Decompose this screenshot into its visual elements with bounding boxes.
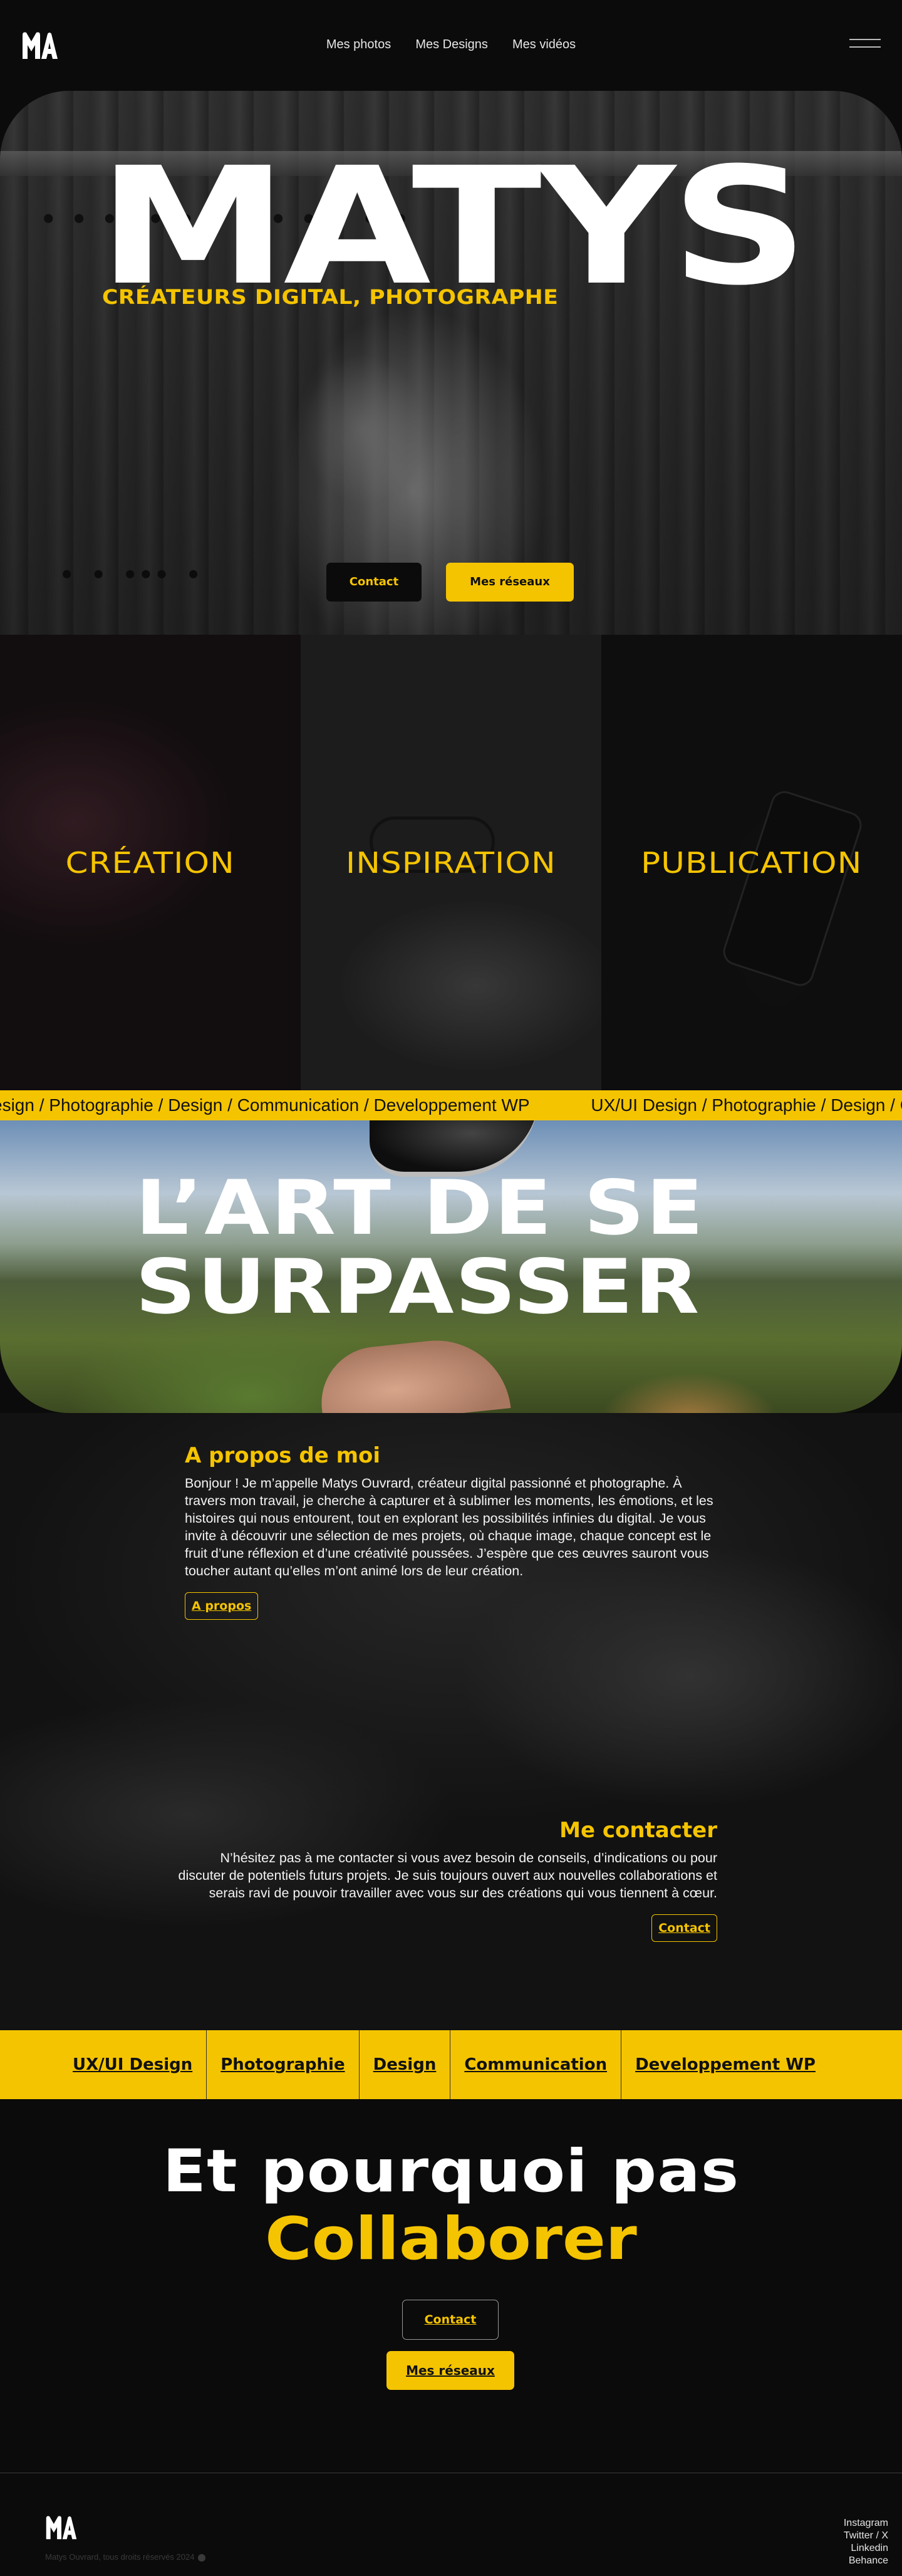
collab-socials-button[interactable]: Mes réseaux bbox=[386, 2351, 514, 2390]
contact-block: Me contacter N’hésitez pas à me contacte… bbox=[172, 1818, 717, 1942]
contact-text: N’hésitez pas à me contacter si vous ave… bbox=[178, 1850, 717, 1901]
contact-title: Me contacter bbox=[559, 1818, 717, 1843]
panel-label: INSPIRATION bbox=[346, 845, 556, 880]
art-title-line1: L’ART DE SE bbox=[135, 1165, 705, 1252]
site-footer: Matys Ouvrard, tous droits réservés 2024… bbox=[0, 2473, 902, 2576]
skills-bar: UX/UI Design Photographie Design Communi… bbox=[0, 2030, 902, 2099]
panel-label: PUBLICATION bbox=[641, 845, 863, 880]
footer-link-twitter[interactable]: Twitter / X bbox=[844, 2530, 888, 2542]
art-title: L’ART DE SE SURPASSER bbox=[135, 1169, 705, 1327]
footer-link-instagram[interactable]: Instagram bbox=[844, 2517, 888, 2530]
skill-link-communication[interactable]: Communication bbox=[450, 2030, 622, 2099]
skill-link-wordpress[interactable]: Developpement WP bbox=[621, 2030, 829, 2099]
collab-heading-accent: Collaborer bbox=[265, 2205, 637, 2274]
panel-publication[interactable]: PUBLICATION bbox=[601, 635, 902, 1090]
collab-section: Et pourquoi pas Collaborer Contact Mes r… bbox=[0, 2099, 902, 2473]
menu-icon[interactable] bbox=[849, 39, 881, 53]
main-nav: Mes photos Mes Designs Mes vidéos bbox=[0, 38, 902, 52]
copyright-text: Matys Ouvrard, tous droits réservés 2024 bbox=[45, 2552, 195, 2562]
nav-link-designs[interactable]: Mes Designs bbox=[415, 38, 488, 52]
hero-socials-button[interactable]: Mes réseaux bbox=[446, 563, 574, 602]
footer-logo-icon[interactable] bbox=[45, 2513, 78, 2542]
nav-link-videos[interactable]: Mes vidéos bbox=[512, 38, 576, 52]
skill-link-design[interactable]: Design bbox=[360, 2030, 451, 2099]
category-panels: CRÉATION INSPIRATION PUBLICATION bbox=[0, 635, 902, 1090]
skill-link-uxui[interactable]: UX/UI Design bbox=[73, 2030, 207, 2099]
info-section: A propos de moi Bonjour ! Je m’appelle M… bbox=[0, 1413, 902, 2030]
hero-section: ● ● ● ●● ● ● ● ● ● ● ● ● ● ● ●●● ● MATYS… bbox=[0, 91, 902, 635]
about-button[interactable]: A propos bbox=[185, 1592, 259, 1620]
site-header: Mes photos Mes Designs Mes vidéos bbox=[0, 0, 902, 91]
contact-button[interactable]: Contact bbox=[651, 1914, 717, 1942]
footer-socials: Instagram Twitter / X Linkedin Behance bbox=[844, 2517, 888, 2567]
collab-heading: Et pourquoi pas bbox=[162, 2137, 740, 2206]
about-text: Bonjour ! Je m’appelle Matys Ouvrard, cr… bbox=[185, 1476, 713, 1578]
copyright: Matys Ouvrard, tous droits réservés 2024 bbox=[45, 2552, 206, 2562]
skill-link-photographie[interactable]: Photographie bbox=[207, 2030, 360, 2099]
nav-link-photos[interactable]: Mes photos bbox=[326, 38, 391, 52]
about-block: A propos de moi Bonjour ! Je m’appelle M… bbox=[185, 1443, 717, 1620]
art-title-line2: SURPASSER bbox=[135, 1244, 701, 1331]
hero-subtitle: CRÉATEURS DIGITAL, PHOTOGRAPHE bbox=[102, 285, 559, 309]
panel-inspiration[interactable]: INSPIRATION bbox=[301, 635, 601, 1090]
hero-contact-button[interactable]: Contact bbox=[326, 563, 422, 602]
marquee-item: esign / Photographie / Design / Communic… bbox=[0, 1095, 530, 1115]
art-banner: L’ART DE SE SURPASSER bbox=[0, 1120, 902, 1413]
menu-line bbox=[849, 46, 881, 48]
collab-contact-button[interactable]: Contact bbox=[402, 2300, 499, 2340]
marquee-item: UX/UI Design / Photographie / Design / C… bbox=[591, 1095, 902, 1115]
panel-label: CRÉATION bbox=[65, 845, 236, 880]
menu-line bbox=[849, 39, 881, 40]
copyright-icon bbox=[198, 2553, 206, 2562]
skills-marquee: esign / Photographie / Design / Communic… bbox=[0, 1090, 902, 1120]
about-title: A propos de moi bbox=[185, 1443, 381, 1468]
phone-image bbox=[719, 787, 866, 990]
hero-title: MATYS bbox=[98, 133, 809, 321]
footer-link-linkedin[interactable]: Linkedin bbox=[844, 2542, 888, 2555]
footer-link-behance[interactable]: Behance bbox=[844, 2555, 888, 2567]
panel-creation[interactable]: CRÉATION bbox=[0, 635, 301, 1090]
